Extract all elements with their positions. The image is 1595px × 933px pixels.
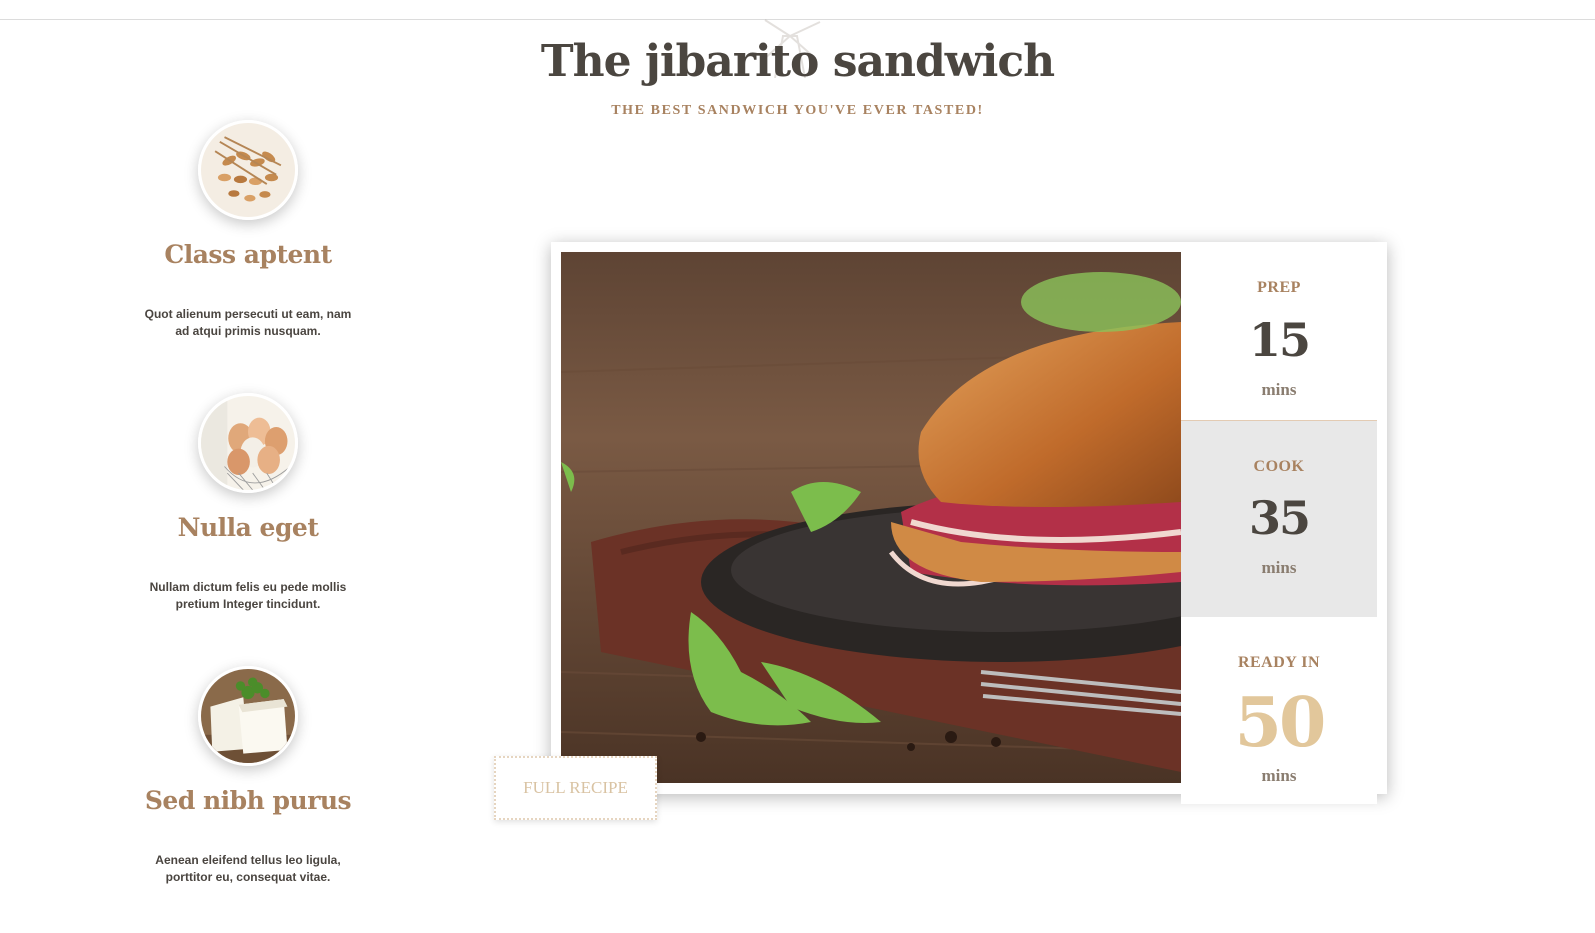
cook-unit: mins bbox=[1261, 558, 1297, 577]
prep-unit: mins bbox=[1261, 380, 1297, 399]
page-title: The jibarito sandwich bbox=[540, 36, 1055, 87]
recipe-times-panel: PREP 15 mins COOK 35 mins READY IN 50 mi… bbox=[1181, 234, 1377, 804]
ready-unit: mins bbox=[1261, 766, 1297, 785]
feature-text: Nullam dictum felis eu pede mollis preti… bbox=[149, 580, 347, 611]
feature-text: Quot alienum persecuti ut eam, nam ad at… bbox=[144, 307, 352, 338]
feature-title: Sed nibh purus bbox=[144, 786, 352, 815]
cook-value: 35 bbox=[1248, 491, 1311, 545]
grains-icon bbox=[198, 120, 298, 220]
cook-label: COOK bbox=[1253, 458, 1305, 475]
eggs-icon bbox=[198, 393, 298, 493]
feature-title: Class aptent bbox=[164, 240, 332, 269]
cook-time-box: COOK 35 mins bbox=[1181, 420, 1377, 617]
ready-value: 50 bbox=[1234, 683, 1327, 763]
ready-label: READY IN bbox=[1237, 654, 1321, 671]
sandwich-photo bbox=[561, 252, 1181, 783]
prep-time-box: PREP 15 mins bbox=[1181, 253, 1377, 420]
full-recipe-button[interactable]: FULL RECIPE bbox=[494, 756, 657, 820]
prep-label: PREP bbox=[1257, 279, 1301, 296]
cheese-icon bbox=[198, 666, 298, 766]
feature-text: Aenean eleifend tellus leo ligula, portt… bbox=[155, 853, 341, 884]
ready-time-box: READY IN 50 mins bbox=[1181, 617, 1377, 804]
page-subtitle: THE BEST SANDWICH YOU'VE EVER TASTED! bbox=[611, 103, 984, 118]
prep-value: 15 bbox=[1248, 313, 1311, 367]
feature-title: Nulla eget bbox=[177, 513, 319, 542]
